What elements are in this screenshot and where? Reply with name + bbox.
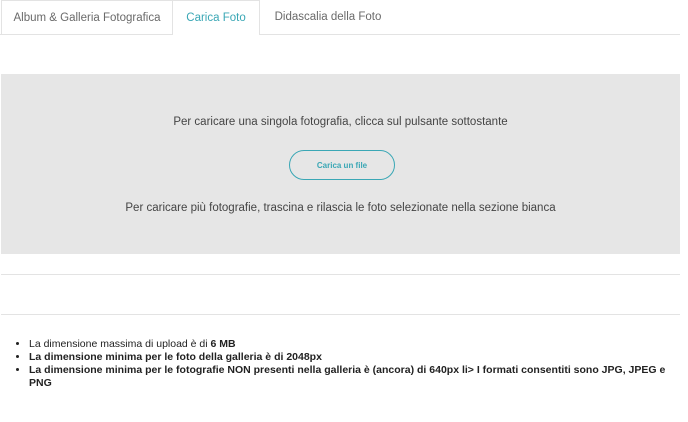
tab-label: Didascalia della Foto: [274, 11, 382, 23]
max-size-value: 6 MB: [210, 338, 236, 350]
divider: [1, 274, 680, 275]
tab-label: Album & Galleria Fotografica: [13, 11, 161, 24]
tab-bar: Album & Galleria Fotografica Carica Foto…: [0, 0, 680, 35]
tab-album-galleria[interactable]: Album & Galleria Fotografica: [1, 0, 173, 34]
max-size-text: La dimensione massima di upload è di: [29, 338, 211, 350]
list-item: La dimensione minima per le foto della g…: [29, 351, 680, 364]
tab-label: Carica Foto: [186, 12, 246, 24]
list-item: La dimensione massima di upload è di 6 M…: [29, 338, 680, 351]
single-upload-instruction: Per caricare una singola fotografia, cli…: [173, 116, 508, 128]
tab-carica-foto[interactable]: Carica Foto: [173, 0, 260, 35]
upload-file-button[interactable]: Carica un file: [289, 150, 395, 180]
upload-rules-list: La dimensione massima di upload è di 6 M…: [12, 338, 680, 390]
upload-drop-zone[interactable]: Per caricare una singola fotografia, cli…: [1, 74, 680, 254]
min-other-text: La dimensione minima per le fotografie N…: [29, 364, 666, 389]
multi-upload-instruction: Per caricare più fotografie, trascina e …: [125, 202, 556, 214]
list-item: La dimensione minima per le fotografie N…: [29, 364, 680, 390]
tab-didascalia[interactable]: Didascalia della Foto: [260, 0, 396, 34]
min-gallery-text: La dimensione minima per le foto della g…: [29, 351, 322, 363]
divider: [1, 314, 680, 315]
